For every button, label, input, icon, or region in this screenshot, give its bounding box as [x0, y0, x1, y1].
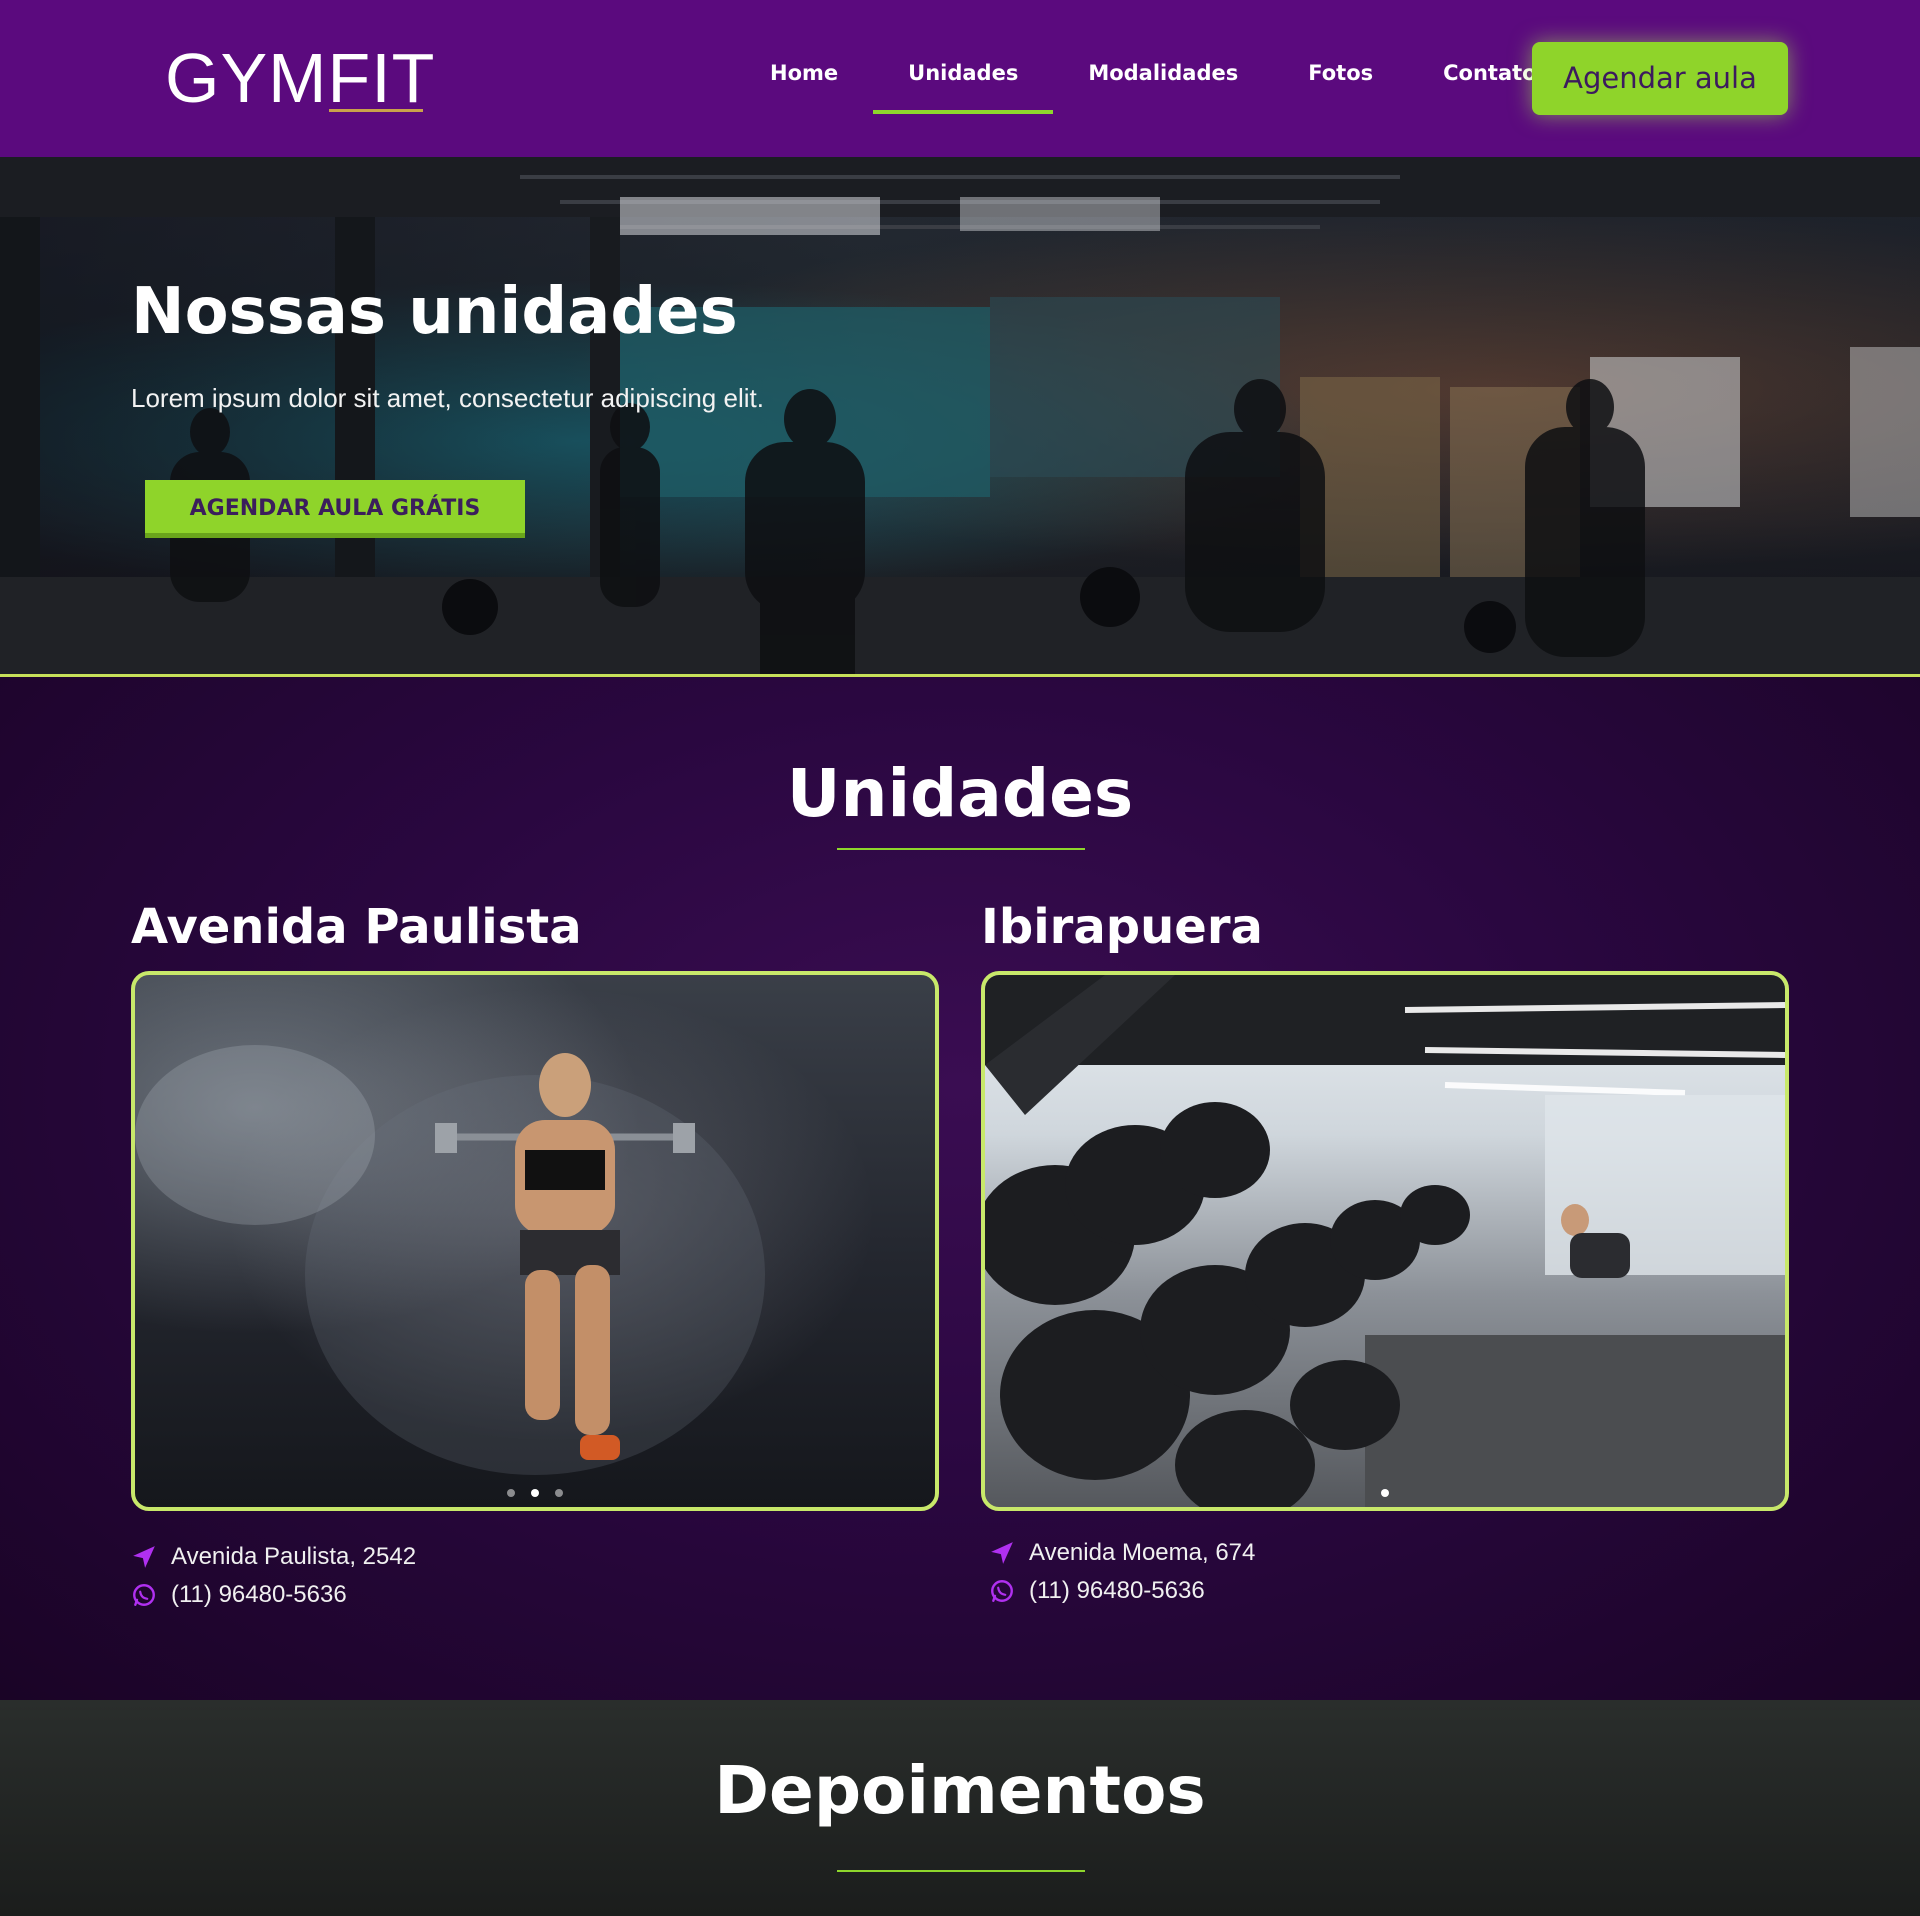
unidades-title-underline: [837, 848, 1085, 850]
hero-gym-image: [0, 157, 1920, 674]
carousel-dots: [985, 1482, 1785, 1501]
agendar-aula-gratis-button[interactable]: AGENDAR AULA GRÁTIS: [145, 480, 525, 538]
unidades-section: Unidades Avenida Paulista Avenida Paulis…: [0, 677, 1920, 1700]
whatsapp-icon: [991, 1580, 1013, 1602]
nav-fotos[interactable]: Fotos: [1308, 0, 1373, 157]
logo-fit: FIT: [327, 39, 436, 117]
carousel-dot-active[interactable]: [1381, 1489, 1389, 1497]
unit-photo-carousel-ibirapuera[interactable]: [981, 971, 1789, 1511]
nav-contato[interactable]: Contato: [1443, 0, 1536, 157]
phone-text: (11) 96480-5636: [1029, 1577, 1205, 1604]
location-arrow-icon: [991, 1542, 1013, 1564]
depoimentos-title: Depoimentos: [714, 1752, 1206, 1829]
site-header: GYMFIT Home Unidades Modalidades Fotos C…: [0, 0, 1920, 157]
nav-unidades[interactable]: Unidades: [873, 0, 1054, 157]
carousel-dot[interactable]: [555, 1489, 563, 1497]
carousel-dots: [135, 1482, 935, 1501]
phone-text: (11) 96480-5636: [171, 1581, 347, 1608]
nav-modalidades[interactable]: Modalidades: [1088, 0, 1238, 157]
unit-address-ibirapuera: Avenida Moema, 674: [989, 1539, 1255, 1567]
unit-photo-carousel-paulista[interactable]: [131, 971, 939, 1511]
unit-name-ibirapuera: Ibirapuera: [981, 899, 1263, 955]
carousel-dot-active[interactable]: [531, 1489, 539, 1497]
address-text: Avenida Paulista, 2542: [171, 1543, 417, 1570]
carousel-dot[interactable]: [507, 1489, 515, 1497]
depoimentos-section: Depoimentos: [0, 1700, 1920, 1916]
hero-subtitle: Lorem ipsum dolor sit amet, consectetur …: [131, 383, 764, 413]
unit-phone-ibirapuera[interactable]: (11) 96480-5636: [989, 1577, 1205, 1605]
unit-name-paulista: Avenida Paulista: [131, 899, 582, 955]
dumbbell-rack-image: [985, 975, 1785, 1507]
address-text: Avenida Moema, 674: [1029, 1539, 1256, 1566]
unit-address-paulista: Avenida Paulista, 2542: [131, 1543, 416, 1571]
unit-phone-paulista[interactable]: (11) 96480-5636: [131, 1581, 347, 1609]
depoimentos-title-underline: [837, 1870, 1085, 1872]
logo-gym: GYM: [165, 39, 328, 117]
main-nav: Home Unidades Modalidades Fotos Contato: [735, 0, 1572, 157]
hero-title: Nossas unidades: [131, 275, 738, 349]
nav-home[interactable]: Home: [770, 0, 838, 157]
logo[interactable]: GYMFIT: [165, 38, 435, 118]
unidades-title: Unidades: [786, 755, 1134, 832]
agendar-aula-button[interactable]: Agendar aula: [1532, 42, 1788, 115]
woman-squat-image: [135, 1045, 765, 1475]
whatsapp-icon: [133, 1584, 155, 1606]
location-arrow-icon: [133, 1546, 155, 1568]
hero-banner: Nossas unidades Lorem ipsum dolor sit am…: [0, 157, 1920, 677]
